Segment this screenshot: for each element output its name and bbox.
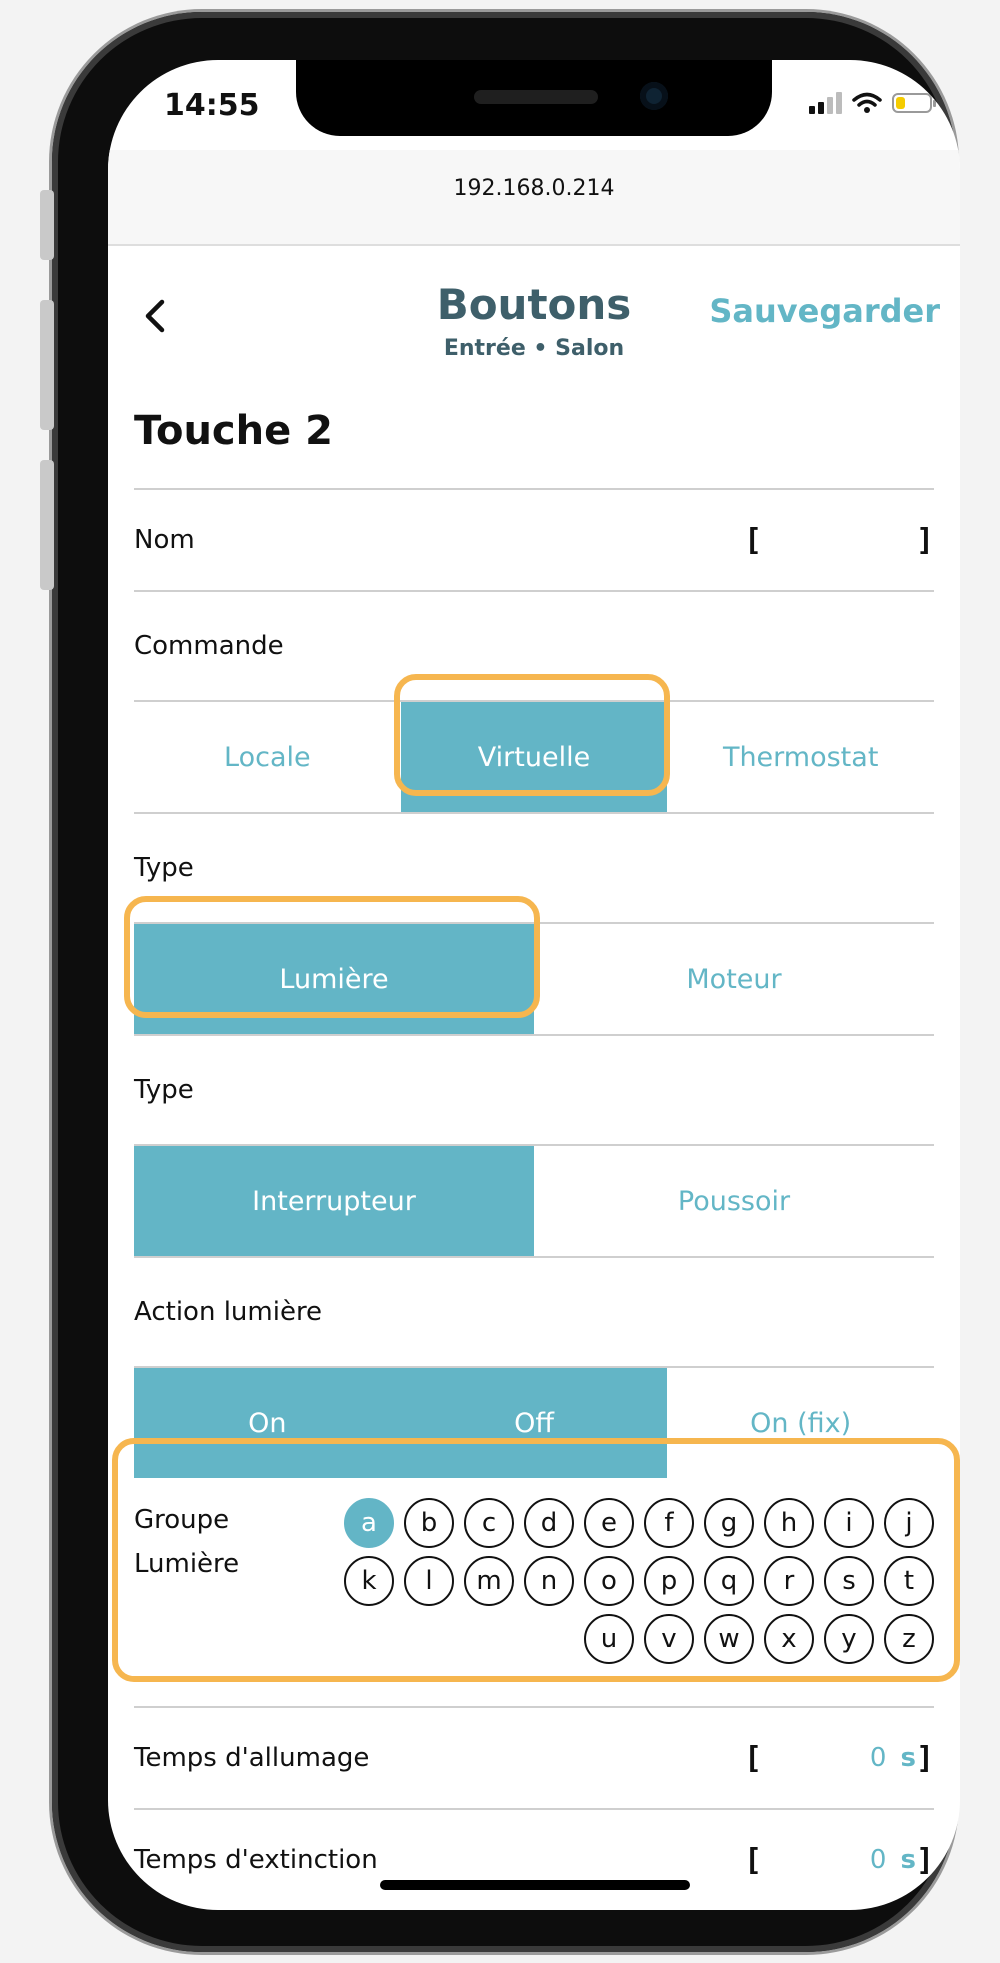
group-letter-b[interactable]: b <box>404 1498 454 1548</box>
type1-label: Type <box>134 853 194 883</box>
allumage-label: Temps d'allumage <box>134 1743 370 1773</box>
wifi-icon <box>852 92 882 113</box>
group-letter-o[interactable]: o <box>584 1556 634 1606</box>
group-letter-v[interactable]: v <box>644 1614 694 1664</box>
bracket-close: ] <box>915 1842 934 1878</box>
save-button[interactable]: Sauvegarder <box>709 292 940 330</box>
bracket-close: ] <box>915 522 934 558</box>
commande-label-row: Commande <box>134 592 934 700</box>
groupe-label-line1: Groupe <box>134 1505 230 1535</box>
group-letter-p[interactable]: p <box>644 1556 694 1606</box>
extinction-field[interactable]: [ 0s ] <box>744 1843 934 1878</box>
group-letter-i[interactable]: i <box>824 1498 874 1548</box>
commande-option-thermostat[interactable]: Thermostat <box>667 702 934 812</box>
chevron-left-icon[interactable] <box>134 294 178 338</box>
nom-row[interactable]: Nom [ ] <box>134 490 934 590</box>
group-letter-e[interactable]: e <box>584 1498 634 1548</box>
extinction-value[interactable]: 0 <box>870 1845 887 1875</box>
extinction-label: Temps d'extinction <box>134 1845 378 1875</box>
nom-label: Nom <box>134 525 195 555</box>
type2-option-interrupteur[interactable]: Interrupteur <box>134 1146 534 1256</box>
volume-up-button <box>40 300 54 430</box>
battery-icon <box>892 93 936 113</box>
action-label: Action lumière <box>134 1297 323 1327</box>
group-letter-k[interactable]: k <box>344 1556 394 1606</box>
front-camera <box>640 82 668 110</box>
notch <box>296 60 772 136</box>
mute-switch <box>40 190 54 260</box>
home-indicator[interactable] <box>380 1880 690 1890</box>
type1-option-lumiere[interactable]: Lumière <box>134 924 534 1034</box>
nom-field[interactable]: [ ] <box>744 523 934 558</box>
allumage-row[interactable]: Temps d'allumage [ 0s ] <box>134 1708 934 1808</box>
bracket-open: [ <box>744 522 763 558</box>
group-letter-g[interactable]: g <box>704 1498 754 1548</box>
group-letter-m[interactable]: m <box>464 1556 514 1606</box>
type2-label-row: Type <box>134 1036 934 1144</box>
app-header: Boutons Entrée • Salon Sauvegarder <box>108 246 960 386</box>
bracket-open: [ <box>744 1842 763 1878</box>
action-option-on[interactable]: On <box>134 1368 401 1478</box>
header-subtitle: Entrée • Salon <box>443 336 625 361</box>
allumage-unit: s <box>900 1743 916 1773</box>
action-option-off[interactable]: Off <box>400 1368 668 1478</box>
group-letter-z[interactable]: z <box>884 1614 934 1664</box>
speaker-grille <box>474 90 598 104</box>
commande-segmented-control: Locale Virtuelle Thermostat <box>134 702 934 812</box>
extinction-row[interactable]: Temps d'extinction [ 0s ] <box>134 1810 934 1910</box>
extinction-unit: s <box>900 1845 916 1875</box>
type1-option-moteur[interactable]: Moteur <box>534 924 934 1034</box>
url-text: 192.168.0.214 <box>453 176 615 201</box>
type2-label: Type <box>134 1075 194 1105</box>
group-letter-d[interactable]: d <box>524 1498 574 1548</box>
commande-option-virtuelle[interactable]: Virtuelle <box>400 702 668 812</box>
volume-down-button <box>40 460 54 590</box>
group-letter-c[interactable]: c <box>464 1498 514 1548</box>
group-letter-y[interactable]: y <box>824 1614 874 1664</box>
group-letter-w[interactable]: w <box>704 1614 754 1664</box>
status-time: 14:55 <box>164 88 260 123</box>
status-icons <box>809 86 936 120</box>
group-letter-f[interactable]: f <box>644 1498 694 1548</box>
groupe-lumiere-label: Groupe Lumière <box>134 1478 294 1586</box>
group-letter-q[interactable]: q <box>704 1556 754 1606</box>
action-option-on-fix[interactable]: On (fix) <box>667 1368 934 1478</box>
allumage-value[interactable]: 0 <box>870 1743 887 1773</box>
groupe-lumiere-row: Groupe Lumière abcdefghij klmnopqrst uvwxy… <box>134 1478 934 1706</box>
type1-segmented-control: Lumière Moteur <box>134 924 934 1034</box>
group-letter-picker: abcdefghij klmnopqrst uvwxyz <box>294 1478 934 1664</box>
commande-option-locale[interactable]: Locale <box>134 702 401 812</box>
type2-option-poussoir[interactable]: Poussoir <box>534 1146 934 1256</box>
commande-label: Commande <box>134 631 284 661</box>
group-letter-u[interactable]: u <box>584 1614 634 1664</box>
page-title: Touche 2 <box>134 408 334 454</box>
group-letter-j[interactable]: j <box>884 1498 934 1548</box>
group-letter-r[interactable]: r <box>764 1556 814 1606</box>
bracket-close: ] <box>915 1740 934 1776</box>
group-letter-x[interactable]: x <box>764 1614 814 1664</box>
action-segmented-control: On Off On (fix) <box>134 1368 934 1478</box>
group-letter-s[interactable]: s <box>824 1556 874 1606</box>
bracket-open: [ <box>744 1740 763 1776</box>
group-letter-t[interactable]: t <box>884 1556 934 1606</box>
type2-segmented-control: Interrupteur Poussoir <box>134 1146 934 1256</box>
type1-label-row: Type <box>134 814 934 922</box>
action-label-row: Action lumière <box>134 1258 934 1366</box>
group-letter-a[interactable]: a <box>344 1498 394 1548</box>
browser-url-bar[interactable]: 192.168.0.214 <box>108 150 960 246</box>
group-letter-l[interactable]: l <box>404 1556 454 1606</box>
cellular-signal-icon <box>809 92 842 114</box>
phone-screen: 14:55 192.168.0.214 Boutons Entrée • Sal… <box>108 60 960 1910</box>
allumage-field[interactable]: [ 0s ] <box>744 1741 934 1776</box>
form-content: Touche 2 Nom [ ] Commande Locale Virtuel… <box>134 386 934 1910</box>
groupe-label-line2: Lumière <box>134 1549 240 1579</box>
group-letter-n[interactable]: n <box>524 1556 574 1606</box>
group-letter-h[interactable]: h <box>764 1498 814 1548</box>
